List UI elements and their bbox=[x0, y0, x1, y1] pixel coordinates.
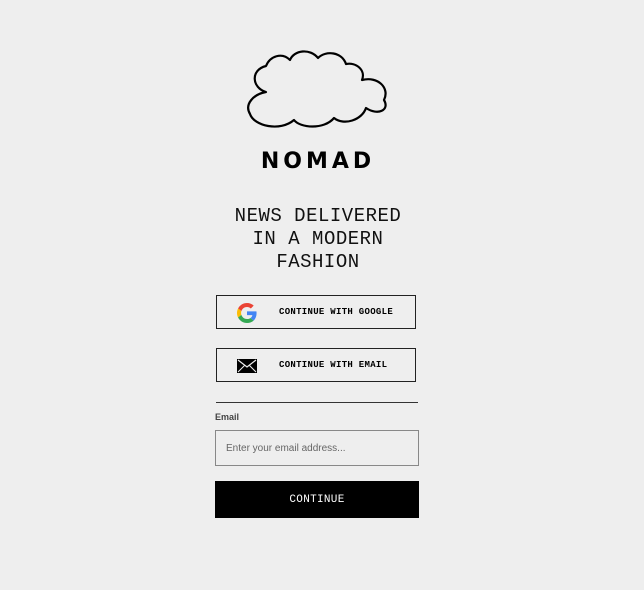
email-field-label: Email bbox=[215, 412, 240, 422]
tagline: NEWS DELIVERED IN A MODERN FASHION bbox=[200, 205, 436, 274]
cloud-icon bbox=[247, 50, 387, 128]
tagline-line: IN A MODERN bbox=[252, 228, 384, 250]
google-icon bbox=[237, 303, 257, 323]
tagline-line: FASHION bbox=[276, 251, 360, 273]
email-button-label: CONTINUE WITH EMAIL bbox=[279, 360, 388, 370]
google-button-label: CONTINUE WITH GOOGLE bbox=[279, 307, 394, 317]
continue-with-google-button[interactable]: CONTINUE WITH GOOGLE bbox=[216, 295, 416, 329]
continue-button[interactable]: CONTINUE bbox=[215, 481, 419, 518]
email-field[interactable] bbox=[215, 430, 419, 466]
continue-with-email-button[interactable]: CONTINUE WITH EMAIL bbox=[216, 348, 416, 382]
envelope-icon bbox=[237, 356, 257, 376]
brand-name: NOMAD bbox=[260, 149, 376, 174]
tagline-line: NEWS DELIVERED bbox=[234, 205, 402, 227]
divider bbox=[216, 402, 418, 403]
